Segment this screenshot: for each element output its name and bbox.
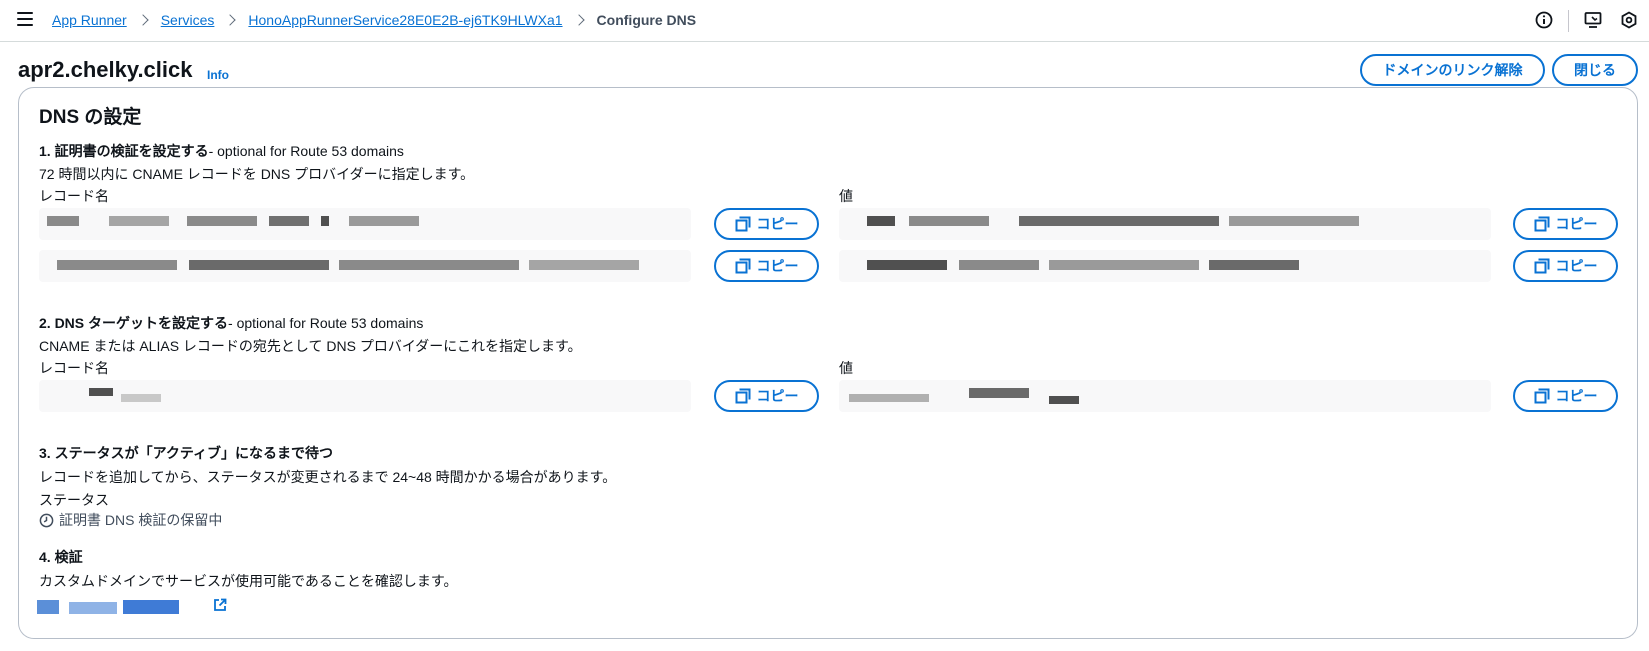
breadcrumb-services[interactable]: Services <box>161 12 215 28</box>
copy-button[interactable]: コピー <box>1513 250 1618 282</box>
section-title: DNS の設定 <box>39 107 142 128</box>
copy-label: コピー <box>756 216 799 232</box>
copy-icon <box>1534 388 1549 404</box>
copy-label: コピー <box>756 258 799 274</box>
copy-label: コピー <box>1555 216 1598 232</box>
record-name-value-3 <box>39 380 691 412</box>
display-icon[interactable] <box>1584 11 1602 29</box>
toolbar-divider <box>1568 10 1569 32</box>
copy-icon <box>1534 258 1549 274</box>
value-2 <box>839 250 1491 282</box>
step1-optional: - optional for Route 53 domains <box>208 143 404 159</box>
chevron-right-icon <box>137 14 149 26</box>
record-name-value-1 <box>39 208 691 240</box>
step4-title: 4. 検証 <box>39 549 83 565</box>
copy-icon <box>1534 216 1549 232</box>
breadcrumb-app-runner[interactable]: App Runner <box>52 12 127 28</box>
info-link[interactable]: Info <box>207 68 229 82</box>
step1-title: 1. 証明書の検証を設定する- optional for Route 53 do… <box>39 141 404 161</box>
copy-label: コピー <box>756 388 799 404</box>
copy-icon <box>735 388 750 404</box>
breadcrumb-current: Configure DNS <box>596 12 697 28</box>
record-name-label: レコード名 <box>39 360 109 376</box>
step1-description: 72 時間以内に CNAME レコードを DNS プロバイダーに指定します。 <box>39 166 475 182</box>
step3-title: 3. ステータスが「アクティブ」になるまで待つ <box>39 445 334 461</box>
chevron-right-icon <box>572 14 585 26</box>
breadcrumb: App Runner Services HonoAppRunnerService… <box>52 12 696 28</box>
copy-button[interactable]: コピー <box>714 208 819 240</box>
step2-title: 2. DNS ターゲットを設定する- optional for Route 53… <box>39 313 423 333</box>
status-value: 証明書 DNS 検証の保留中 <box>59 512 223 528</box>
value-3 <box>839 380 1491 412</box>
top-navigation-bar: App Runner Services HonoAppRunnerService… <box>0 0 1649 42</box>
value-label: 値 <box>839 188 853 204</box>
value-1 <box>839 208 1491 240</box>
settings-hex-icon[interactable] <box>1620 11 1638 29</box>
copy-button[interactable]: コピー <box>714 250 819 282</box>
step1-title-text: 1. 証明書の検証を設定する <box>39 143 209 159</box>
copy-label: コピー <box>1555 388 1598 404</box>
info-circle-icon[interactable] <box>1535 11 1553 29</box>
page-title: apr2.chelky.click <box>18 57 193 82</box>
status-label: ステータス <box>39 492 109 508</box>
step3-description: レコードを追加してから、ステータスが変更されるまで 24~48 時間かかる場合が… <box>39 469 617 485</box>
step4-description: カスタムドメインでサービスが使用可能であることを確認します。 <box>39 573 458 589</box>
copy-button[interactable]: コピー <box>1513 208 1618 240</box>
breadcrumb-service[interactable]: HonoAppRunnerService28E0E2B-ej6TK9HLWXa1 <box>248 12 562 28</box>
record-name-label: レコード名 <box>39 188 109 204</box>
verify-domain-link[interactable] <box>37 598 227 616</box>
step2-title-text: 2. DNS ターゲットを設定する <box>39 315 229 331</box>
copy-label: コピー <box>1555 258 1598 274</box>
step2-optional: - optional for Route 53 domains <box>228 315 424 331</box>
close-button[interactable]: 閉じる <box>1552 54 1638 86</box>
copy-button[interactable]: コピー <box>714 380 819 412</box>
hamburger-menu-icon[interactable] <box>17 12 33 26</box>
value-label: 値 <box>839 360 853 376</box>
unlink-domain-button[interactable]: ドメインのリンク解除 <box>1360 54 1545 86</box>
external-link-icon <box>214 598 227 611</box>
copy-icon <box>735 216 750 232</box>
chevron-right-icon <box>224 14 237 26</box>
copy-button[interactable]: コピー <box>1513 380 1618 412</box>
clock-icon <box>39 513 54 527</box>
record-name-value-2 <box>39 250 691 282</box>
copy-icon <box>735 258 750 274</box>
dns-settings-container: DNS の設定 1. 証明書の検証を設定する- optional for Rou… <box>18 87 1638 639</box>
status-indicator: 証明書 DNS 検証の保留中 <box>39 510 222 530</box>
step2-description: CNAME または ALIAS レコードの宛先として DNS プロバイダーにこれ… <box>39 338 582 354</box>
